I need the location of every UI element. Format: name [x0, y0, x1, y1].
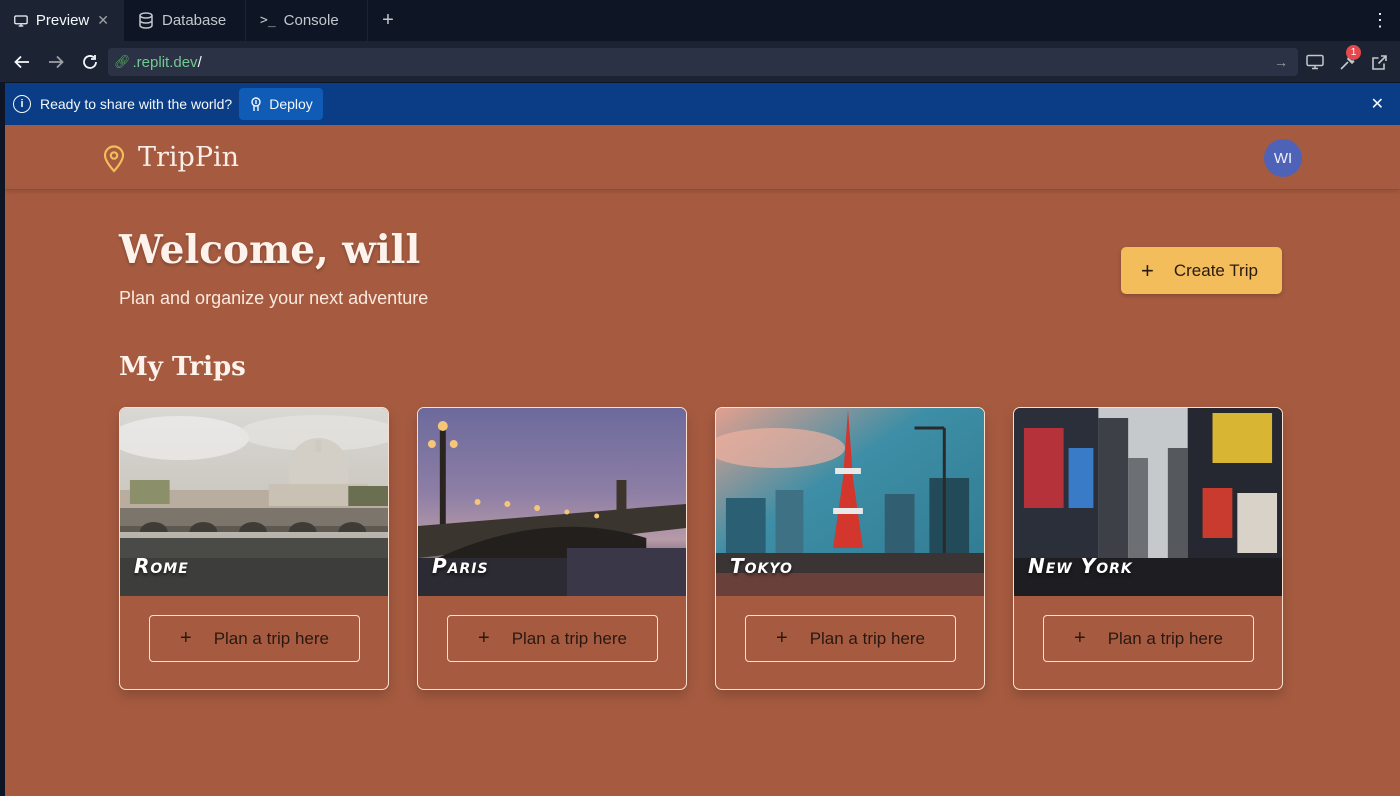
trip-card-tokyo: Tokyo + Plan a trip here	[715, 407, 985, 690]
arrow-left-icon	[14, 55, 29, 69]
app-header: TripPin WI	[5, 125, 1400, 190]
trip-city: New York	[1028, 554, 1133, 578]
plan-trip-button[interactable]: + Plan a trip here	[1043, 615, 1254, 662]
workspace-tab-bar: Preview ✕ Database >_ Console + ⋮	[0, 0, 1400, 42]
link-icon: 🔗︎	[114, 54, 131, 69]
plus-icon: +	[180, 627, 192, 649]
trip-card-paris: Paris + Plan a trip here	[417, 407, 687, 690]
back-button[interactable]	[6, 46, 38, 78]
tab-console-label: Console	[283, 12, 339, 29]
tab-console[interactable]: >_ Console	[246, 0, 368, 41]
url-host: .replit.dev	[132, 53, 198, 71]
deploy-button[interactable]: Deploy	[239, 88, 323, 120]
plan-trip-label: Plan a trip here	[511, 628, 627, 648]
plan-trip-button[interactable]: + Plan a trip here	[745, 615, 956, 662]
plus-icon: +	[1141, 257, 1154, 283]
info-icon: i	[13, 95, 31, 113]
terminal-icon: >_	[260, 13, 276, 28]
address-bar: 🔗︎ .replit.dev / → 1	[0, 42, 1400, 82]
device-preview-button[interactable]	[1300, 48, 1330, 76]
tab-preview[interactable]: Preview ✕	[0, 0, 124, 41]
close-icon[interactable]: ✕	[1371, 94, 1384, 114]
url-field[interactable]: 🔗︎ .replit.dev / →	[108, 48, 1298, 76]
forward-button[interactable]	[40, 46, 72, 78]
reload-icon	[83, 55, 97, 69]
trip-city: Paris	[432, 554, 489, 578]
tab-preview-label: Preview	[35, 12, 90, 29]
plan-trip-button[interactable]: + Plan a trip here	[149, 615, 360, 662]
add-tab-button[interactable]: +	[368, 0, 408, 41]
plan-trip-label: Plan a trip here	[809, 628, 925, 648]
plan-trip-label: Plan a trip here	[213, 628, 329, 648]
page-subtitle: Plan and organize your next adventure	[119, 288, 429, 308]
banner-message: Ready to share with the world?	[40, 96, 233, 112]
tab-database[interactable]: Database	[124, 0, 246, 41]
plus-icon: +	[478, 627, 490, 649]
close-icon[interactable]: ✕	[97, 12, 109, 29]
reload-button[interactable]	[74, 46, 106, 78]
tab-database-label: Database	[162, 12, 227, 29]
app-preview: TripPin WI Welcome, will Plan and organi…	[5, 125, 1400, 796]
plan-trip-label: Plan a trip here	[1107, 628, 1223, 648]
trip-card-rome: Rome + Plan a trip here	[119, 407, 389, 690]
plus-icon: +	[1074, 627, 1086, 649]
plus-icon: +	[776, 627, 788, 649]
avatar[interactable]: WI	[1264, 139, 1302, 177]
section-title: My Trips	[119, 352, 246, 382]
trip-city: Rome	[134, 554, 189, 578]
deploy-banner: i Ready to share with the world? Deploy …	[5, 83, 1400, 125]
map-pin-icon	[103, 145, 125, 173]
monitor-icon	[14, 14, 28, 27]
app-logo[interactable]: TripPin	[138, 142, 239, 173]
url-path: /	[197, 53, 202, 71]
plan-trip-button[interactable]: + Plan a trip here	[447, 615, 658, 662]
trip-card-new-york: New York + Plan a trip here	[1013, 407, 1283, 690]
open-new-tab-button[interactable]	[1364, 48, 1394, 76]
create-trip-button[interactable]: + Create Trip	[1121, 247, 1282, 294]
notification-badge: 1	[1346, 45, 1361, 60]
database-icon	[139, 12, 153, 29]
create-trip-label: Create Trip	[1173, 260, 1258, 280]
deploy-icon	[251, 96, 261, 111]
devtools-button[interactable]: 1	[1332, 45, 1362, 76]
deploy-label: Deploy	[269, 96, 313, 112]
trip-city: Tokyo	[730, 554, 793, 578]
arrow-right-icon	[49, 55, 64, 69]
external-link-icon	[1371, 54, 1387, 70]
go-arrow-icon[interactable]: →	[1274, 54, 1288, 70]
monitor-icon	[1306, 54, 1324, 70]
page-title: Welcome, will	[119, 227, 421, 273]
more-options-icon[interactable]: ⋮	[1360, 0, 1400, 41]
